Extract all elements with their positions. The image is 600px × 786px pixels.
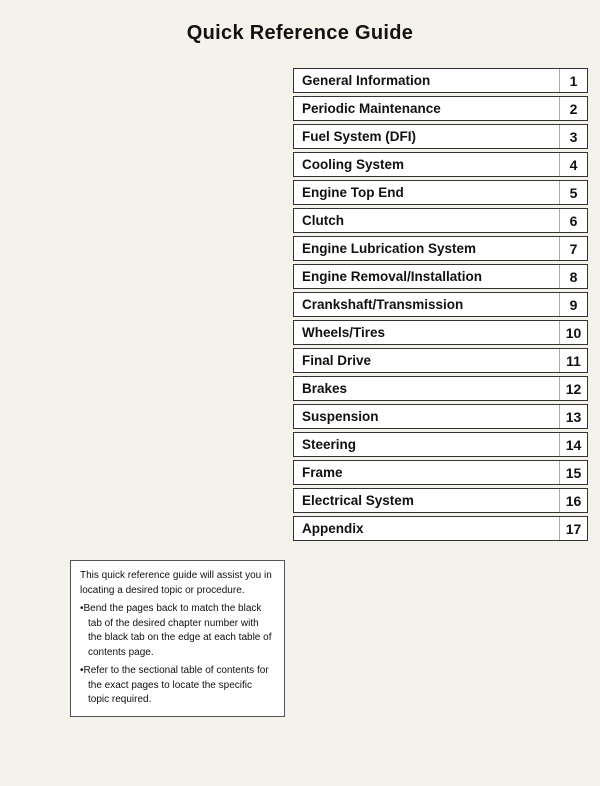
toc-row: Engine Lubrication System7 xyxy=(293,236,588,261)
toc-container: General Information1Periodic Maintenance… xyxy=(293,68,588,544)
toc-row: Periodic Maintenance2 xyxy=(293,96,588,121)
toc-label: Clutch xyxy=(294,209,559,232)
toc-label: Frame xyxy=(294,461,559,484)
toc-label: Crankshaft/Transmission xyxy=(294,293,559,316)
toc-number: 17 xyxy=(559,517,587,540)
toc-row: Fuel System (DFI)3 xyxy=(293,124,588,149)
toc-label: Engine Removal/Installation xyxy=(294,265,559,288)
toc-label: General Information xyxy=(294,69,559,92)
toc-number: 11 xyxy=(559,349,587,372)
toc-number: 3 xyxy=(559,125,587,148)
toc-label: Periodic Maintenance xyxy=(294,97,559,120)
toc-label: Electrical System xyxy=(294,489,559,512)
page-title: Quick Reference Guide xyxy=(0,0,600,63)
toc-number: 9 xyxy=(559,293,587,316)
toc-number: 13 xyxy=(559,405,587,428)
toc-label: Brakes xyxy=(294,377,559,400)
toc-label: Engine Top End xyxy=(294,181,559,204)
toc-number: 15 xyxy=(559,461,587,484)
toc-row: Brakes12 xyxy=(293,376,588,401)
toc-number: 16 xyxy=(559,489,587,512)
toc-label: Appendix xyxy=(294,517,559,540)
toc-row: Engine Top End5 xyxy=(293,180,588,205)
toc-row: Crankshaft/Transmission9 xyxy=(293,292,588,317)
toc-label: Engine Lubrication System xyxy=(294,237,559,260)
note-bullet-1: •Bend the pages back to match the black … xyxy=(80,602,275,660)
toc-number: 10 xyxy=(559,321,587,344)
toc-label: Final Drive xyxy=(294,349,559,372)
toc-label: Cooling System xyxy=(294,153,559,176)
toc-row: Appendix17 xyxy=(293,516,588,541)
toc-label: Fuel System (DFI) xyxy=(294,125,559,148)
note-bullet-2: •Refer to the sectional table of content… xyxy=(80,664,275,708)
toc-row: Cooling System4 xyxy=(293,152,588,177)
toc-row: Wheels/Tires10 xyxy=(293,320,588,345)
toc-label: Wheels/Tires xyxy=(294,321,559,344)
toc-row: Clutch6 xyxy=(293,208,588,233)
toc-label: Steering xyxy=(294,433,559,456)
note-box: This quick reference guide will assist y… xyxy=(70,560,285,717)
toc-number: 4 xyxy=(559,153,587,176)
toc-row: Frame15 xyxy=(293,460,588,485)
toc-row: Suspension13 xyxy=(293,404,588,429)
toc-number: 6 xyxy=(559,209,587,232)
note-intro: This quick reference guide will assist y… xyxy=(80,569,275,598)
toc-row: General Information1 xyxy=(293,68,588,93)
toc-row: Engine Removal/Installation8 xyxy=(293,264,588,289)
toc-number: 5 xyxy=(559,181,587,204)
toc-number: 1 xyxy=(559,69,587,92)
toc-row: Steering14 xyxy=(293,432,588,457)
toc-label: Suspension xyxy=(294,405,559,428)
toc-row: Final Drive11 xyxy=(293,348,588,373)
toc-number: 2 xyxy=(559,97,587,120)
toc-number: 8 xyxy=(559,265,587,288)
toc-number: 12 xyxy=(559,377,587,400)
toc-row: Electrical System16 xyxy=(293,488,588,513)
toc-number: 14 xyxy=(559,433,587,456)
page: Quick Reference Guide General Informatio… xyxy=(0,0,600,786)
toc-number: 7 xyxy=(559,237,587,260)
